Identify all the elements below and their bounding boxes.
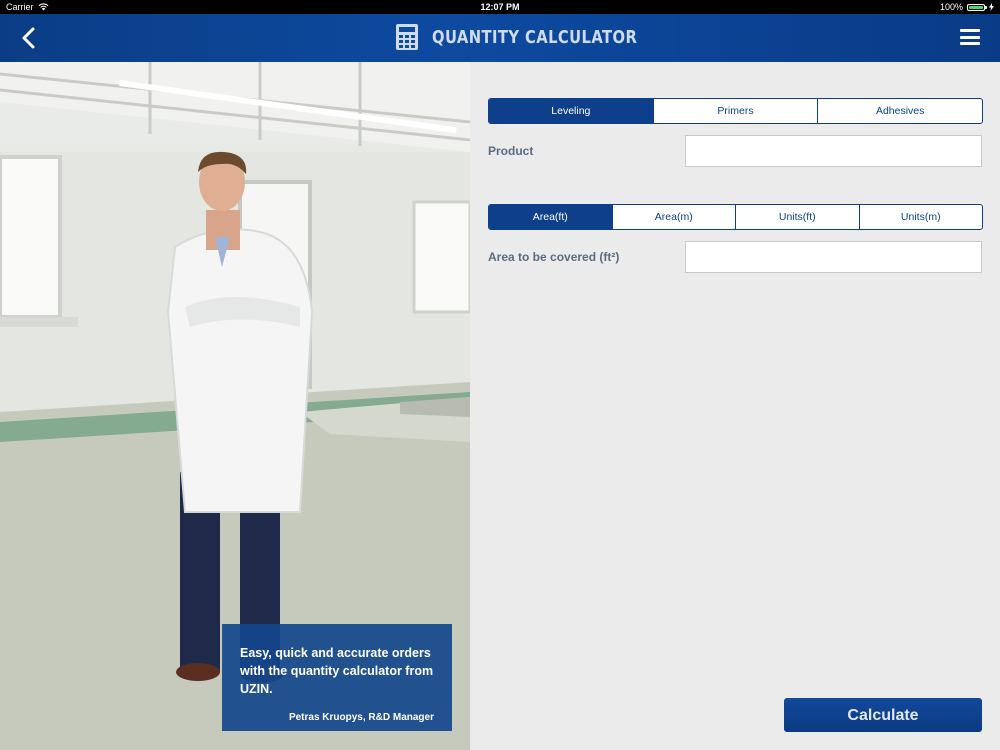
menu-button[interactable]: [960, 29, 980, 45]
status-time: 12:07 PM: [480, 2, 520, 12]
battery-percent: 100%: [939, 2, 963, 12]
area-label: Area to be covered (ft²): [488, 250, 620, 264]
chevron-left-icon: [22, 27, 35, 49]
status-bar: Carrier 12:07 PM 100%: [0, 0, 1000, 14]
testimonial-author: Petras Kruopys, R&D Manager: [288, 712, 434, 723]
tab-area-ft[interactable]: Area(ft): [489, 205, 612, 229]
unit-tabs: Area(ft) Area(m) Units(ft) Units(m): [488, 204, 983, 230]
back-button[interactable]: [16, 24, 44, 52]
calculate-button[interactable]: Calculate: [784, 698, 982, 732]
tab-area-m[interactable]: Area(m): [611, 205, 736, 229]
tab-units-ft[interactable]: Units(ft): [735, 205, 859, 229]
hero-photo: Easy, quick and accurate orders with the…: [0, 62, 470, 750]
tab-units-m[interactable]: Units(m): [858, 205, 983, 229]
calculator-form: Leveling Primers Adhesives Product Area(…: [470, 62, 1000, 750]
tab-primers[interactable]: Primers: [652, 99, 818, 123]
tab-leveling[interactable]: Leveling: [489, 99, 653, 123]
battery-icon: [967, 3, 987, 11]
testimonial-box: Easy, quick and accurate orders with the…: [222, 624, 452, 731]
product-category-tabs: Leveling Primers Adhesives: [488, 98, 983, 124]
testimonial-quote: Easy, quick and accurate orders with the…: [240, 646, 434, 696]
navigation-bar: QUANTITY CALCULATOR: [0, 14, 1000, 62]
charging-bolt-icon: [989, 3, 994, 11]
battery-indicator: 100%: [940, 0, 994, 14]
area-field[interactable]: [685, 241, 982, 273]
calculator-icon: [396, 24, 418, 50]
nav-title-group: QUANTITY CALCULATOR: [396, 24, 682, 50]
page-title: QUANTITY CALCULATOR: [432, 26, 638, 48]
product-label: Product: [488, 144, 534, 158]
hamburger-menu-icon: [960, 29, 980, 45]
tab-adhesives[interactable]: Adhesives: [817, 99, 982, 123]
product-field[interactable]: [685, 135, 982, 167]
